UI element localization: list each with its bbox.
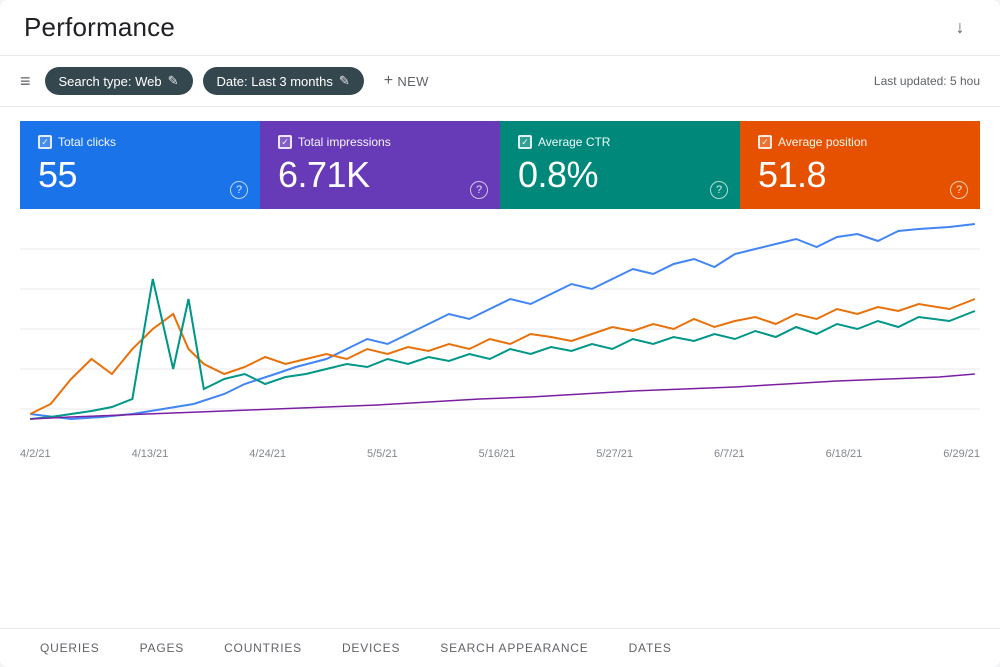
date-edit-icon: ✎ [339,73,350,89]
new-button[interactable]: + NEW [374,66,439,96]
total-impressions-checkbox [278,135,292,149]
performance-page: Performance ↓ ≡ Search type: Web ✎ Date:… [0,0,1000,667]
average-ctr-value: 0.8% [518,155,722,195]
tab-queries[interactable]: QUERIES [20,629,120,667]
total-impressions-help[interactable]: ? [470,181,488,199]
filter-icon[interactable]: ≡ [20,71,31,92]
total-clicks-label: Total clicks [58,135,116,149]
total-clicks-header: Total clicks [38,135,242,149]
date-chip[interactable]: Date: Last 3 months ✎ [203,67,364,95]
average-ctr-help[interactable]: ? [710,181,728,199]
last-updated: Last updated: 5 hou [874,74,980,88]
toolbar: ≡ Search type: Web ✎ Date: Last 3 months… [0,56,1000,107]
average-position-help[interactable]: ? [950,181,968,199]
plus-icon: + [384,72,394,90]
search-type-edit-icon: ✎ [168,73,179,89]
total-impressions-label: Total impressions [298,135,391,149]
tab-countries[interactable]: COUNTRIES [204,629,322,667]
bottom-tabs: QUERIES PAGES COUNTRIES DEVICES SEARCH A… [0,628,1000,667]
x-label-8: 6/18/21 [826,448,863,460]
x-label-9: 6/29/21 [943,448,980,460]
average-position-header: Average position [758,135,962,149]
date-label: Date: Last 3 months [217,74,333,89]
new-button-label: NEW [397,74,428,89]
top-bar: Performance ↓ [0,0,1000,56]
total-impressions-card[interactable]: Total impressions 6.71K ? [260,121,500,209]
x-label-3: 4/24/21 [249,448,286,460]
x-label-2: 4/13/21 [132,448,169,460]
search-type-label: Search type: Web [59,74,162,89]
metrics-row: Total clicks 55 ? Total impressions 6.71… [0,107,1000,209]
average-position-card[interactable]: Average position 51.8 ? [740,121,980,209]
total-clicks-checkbox [38,135,52,149]
x-label-7: 6/7/21 [714,448,745,460]
tab-search-appearance[interactable]: SEARCH APPEARANCE [420,629,608,667]
average-ctr-card[interactable]: Average CTR 0.8% ? [500,121,740,209]
chart-area: 4/2/21 4/13/21 4/24/21 5/5/21 5/16/21 5/… [0,209,1000,628]
total-impressions-header: Total impressions [278,135,482,149]
download-button[interactable]: ↓ [944,12,976,44]
total-clicks-help[interactable]: ? [230,181,248,199]
x-axis-labels: 4/2/21 4/13/21 4/24/21 5/5/21 5/16/21 5/… [20,444,980,460]
tab-dates[interactable]: DATES [609,629,692,667]
total-clicks-card[interactable]: Total clicks 55 ? [20,121,260,209]
tab-pages[interactable]: PAGES [120,629,204,667]
page-title: Performance [24,12,175,43]
total-clicks-value: 55 [38,155,242,195]
x-label-6: 5/27/21 [596,448,633,460]
x-label-4: 5/5/21 [367,448,398,460]
average-ctr-checkbox [518,135,532,149]
performance-chart[interactable] [20,219,980,439]
average-position-value: 51.8 [758,155,962,195]
x-label-1: 4/2/21 [20,448,51,460]
average-position-label: Average position [778,135,867,149]
average-ctr-label: Average CTR [538,135,610,149]
average-position-checkbox [758,135,772,149]
average-ctr-header: Average CTR [518,135,722,149]
x-label-5: 5/16/21 [479,448,516,460]
total-impressions-value: 6.71K [278,155,482,195]
search-type-chip[interactable]: Search type: Web ✎ [45,67,193,95]
tab-devices[interactable]: DEVICES [322,629,420,667]
